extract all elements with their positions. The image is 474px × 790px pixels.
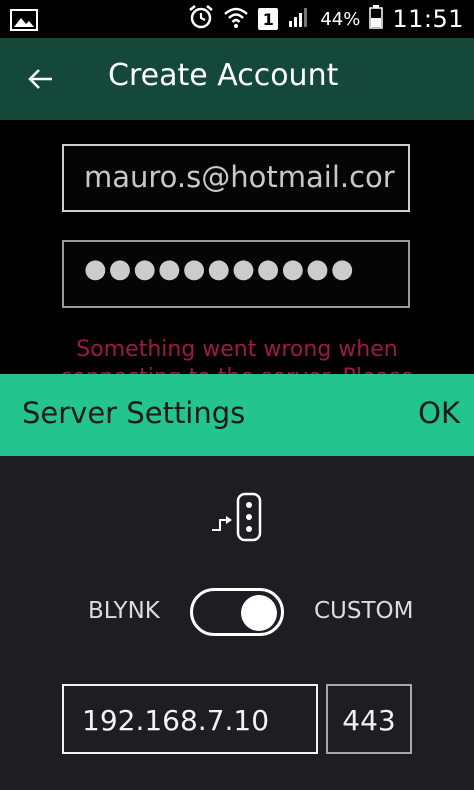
- battery-icon: [369, 5, 384, 33]
- error-line-1: Something went wrong when: [76, 337, 398, 362]
- ok-button[interactable]: OK: [418, 396, 460, 430]
- password-value: ●●●●●●●●●●●: [84, 254, 356, 284]
- error-line-2: connecting to the server. Please: [0, 364, 474, 374]
- server-settings-title: Server Settings: [22, 396, 246, 430]
- server-port-value: 443: [342, 704, 396, 737]
- email-value: mauro.s@hotmail.cor: [84, 160, 395, 194]
- battery-percent: 44%: [320, 8, 361, 30]
- email-field[interactable]: mauro.s@hotmail.cor: [62, 144, 410, 212]
- toggle-label-custom: CUSTOM: [314, 598, 414, 624]
- image-icon: [10, 9, 38, 35]
- clock: 11:51: [392, 5, 464, 33]
- toggle-knob[interactable]: [241, 595, 277, 631]
- sim-slot-badge: 1: [258, 8, 279, 30]
- error-message: Something went wrong when connecting to …: [0, 336, 474, 374]
- app-bar: Create Account: [0, 38, 474, 120]
- server-settings-header: Server Settings OK: [0, 374, 474, 456]
- server-settings-body: BLYNK CUSTOM 192.168.7.10 443: [0, 456, 474, 790]
- page-title: Create Account: [108, 58, 339, 93]
- wifi-icon: [223, 4, 249, 34]
- server-host-value: 192.168.7.10: [82, 704, 270, 737]
- server-mode-toggle[interactable]: [190, 588, 284, 636]
- status-icons: 1 44% 11:51: [188, 0, 464, 38]
- toggle-label-blynk: BLYNK: [88, 598, 160, 624]
- server-host-input[interactable]: 192.168.7.10: [62, 684, 318, 754]
- status-bar: 1 44% 11:51: [0, 0, 474, 38]
- alarm-icon: [188, 4, 214, 34]
- signal-icon: [287, 5, 311, 33]
- server-port-input[interactable]: 443: [326, 684, 412, 754]
- server-icon: [210, 492, 266, 542]
- back-arrow-icon[interactable]: [26, 64, 56, 94]
- password-field[interactable]: ●●●●●●●●●●●: [62, 240, 410, 308]
